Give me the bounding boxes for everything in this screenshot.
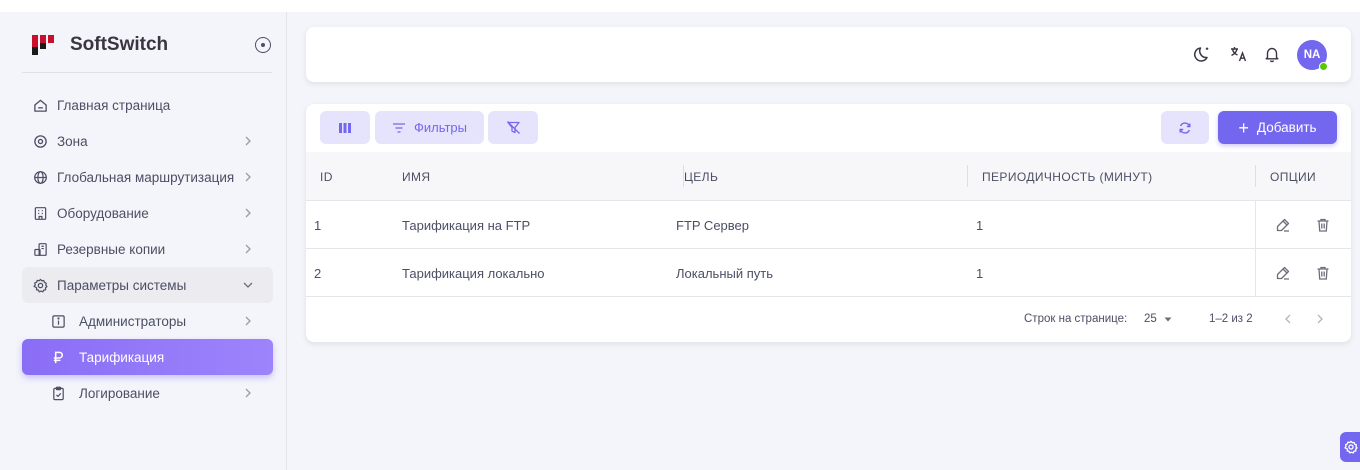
add-button[interactable]: + Добавить (1218, 111, 1337, 144)
trash-icon[interactable] (1313, 215, 1333, 235)
refresh-button[interactable] (1161, 111, 1209, 144)
sidebar-item-equipment[interactable]: Оборудование (22, 195, 273, 231)
column-header-target[interactable]: ЦЕЛЬ (684, 152, 718, 201)
softswitch-logo-icon (32, 35, 54, 55)
columns-button[interactable] (320, 111, 370, 144)
rows-per-page-value: 25 (1144, 313, 1157, 325)
chevron-right-icon (245, 316, 251, 326)
prev-page-icon[interactable] (1283, 309, 1293, 329)
filter-off-icon (506, 121, 520, 134)
top-navbar: NA (306, 27, 1351, 82)
gear-icon (1344, 440, 1358, 454)
gear-icon (32, 277, 48, 293)
sidebar-item-logging[interactable]: Логирование (22, 375, 273, 411)
column-header-id[interactable]: ID (320, 152, 333, 201)
cell-options (1255, 249, 1351, 297)
pagination-range: 1–2 из 2 (1209, 313, 1253, 325)
filter-lines-icon (392, 122, 405, 133)
sidebar-divider (22, 72, 272, 73)
sidebar-item-system-settings[interactable]: Параметры системы (22, 267, 273, 303)
caret-down-icon (1164, 317, 1172, 322)
avatar-initials: NA (1303, 49, 1321, 61)
chevron-right-icon (245, 244, 251, 254)
trash-icon[interactable] (1313, 263, 1333, 283)
filters-button[interactable]: Фильтры (375, 111, 484, 144)
cell-name: Тарификация локально (402, 265, 545, 281)
edit-icon[interactable] (1273, 263, 1293, 283)
sidebar-item-label: Резервные копии (57, 241, 166, 257)
sidebar-item-label: Администраторы (79, 313, 187, 329)
table-row[interactable]: 2 Тарификация локально Локальный путь 1 (306, 249, 1351, 297)
sidebar-item-zone[interactable]: Зона (22, 123, 273, 159)
cell-target: Локальный путь (676, 265, 773, 281)
globe-icon (32, 169, 48, 185)
next-page-icon[interactable] (1315, 309, 1325, 329)
chevron-right-icon (245, 172, 251, 182)
translate-icon[interactable] (1228, 43, 1250, 65)
table-row[interactable]: 1 Тарификация на FTP FTP Сервер 1 (306, 201, 1351, 249)
plus-icon: + (1238, 117, 1249, 138)
column-separator (1255, 165, 1256, 187)
cell-period: 1 (976, 265, 984, 281)
edit-icon[interactable] (1273, 215, 1293, 235)
rows-per-page-label: Строк на странице: (1024, 313, 1128, 325)
cell-target: FTP Сервер (676, 217, 749, 233)
customizer-gear-button[interactable] (1340, 432, 1360, 462)
brand-name: SoftSwitch (70, 34, 169, 55)
sidebar-item-label: Логирование (79, 385, 160, 401)
add-label: Добавить (1256, 120, 1317, 135)
building-icon (32, 205, 48, 221)
billing-table-card: Фильтры + Добавить ID ИМЯ ЦЕЛЬ ПЕРИОДИЧН… (306, 104, 1351, 342)
sidebar-nav: Главная страница Зона Глобальная маршрут… (22, 87, 273, 411)
table-header: ID ИМЯ ЦЕЛЬ ПЕРИОДИЧНОСТЬ (МИНУТ) ОПЦИИ (306, 152, 1351, 201)
column-header-period[interactable]: ПЕРИОДИЧНОСТЬ (МИНУТ) (982, 152, 1153, 201)
sidebar-item-label: Глобальная маршрутизация (57, 169, 235, 185)
sidebar-item-label: Зона (57, 133, 88, 149)
column-header-options: ОПЦИИ (1270, 169, 1317, 184)
cell-id: 2 (314, 265, 322, 281)
user-avatar[interactable]: NA (1297, 40, 1328, 71)
cell-id: 1 (314, 217, 322, 233)
chevron-down-icon (243, 282, 253, 288)
sidebar-item-label: Оборудование (57, 205, 149, 221)
cell-name: Тарификация на FTP (402, 217, 531, 233)
sidebar-item-backups[interactable]: Резервные копии (22, 231, 273, 267)
cell-period: 1 (976, 217, 984, 233)
columns-icon (339, 122, 351, 133)
sidebar-item-label: Параметры системы (57, 277, 187, 293)
sidebar-item-billing[interactable]: Тарификация (22, 339, 273, 375)
cell-options (1255, 201, 1351, 249)
refresh-icon (1179, 121, 1191, 134)
bell-icon[interactable] (1261, 43, 1283, 65)
chevron-right-icon (245, 136, 251, 146)
sidebar-item-label: Главная страница (57, 97, 171, 113)
clipboard-icon (50, 385, 66, 401)
rows-per-page-select[interactable]: 25 (1144, 309, 1173, 329)
clear-filters-button[interactable] (488, 111, 538, 144)
column-header-name[interactable]: ИМЯ (402, 152, 431, 201)
online-status-dot (1319, 62, 1328, 71)
map-pin-icon (32, 133, 48, 149)
chevron-right-icon (245, 208, 251, 218)
chevron-right-icon (245, 388, 251, 398)
sidebar: SoftSwitch Главная страница Зона Глобаль… (0, 12, 287, 470)
dark-mode-icon[interactable] (1192, 43, 1214, 65)
window-top-strip (0, 0, 1360, 12)
sidebar-item-global-routing[interactable]: Глобальная маршрутизация (22, 159, 273, 195)
filters-label: Фильтры (413, 120, 467, 135)
ruble-icon (50, 349, 66, 365)
sidebar-item-label: Тарификация (79, 349, 165, 365)
sidebar-collapse-icon[interactable] (255, 37, 271, 53)
brand[interactable]: SoftSwitch (30, 32, 168, 58)
column-separator (967, 165, 968, 187)
backup-icon (32, 241, 48, 257)
sidebar-item-home[interactable]: Главная страница (22, 87, 273, 123)
sidebar-item-administrators[interactable]: Администраторы (22, 303, 273, 339)
info-box-icon (50, 313, 66, 329)
home-icon (32, 97, 48, 113)
